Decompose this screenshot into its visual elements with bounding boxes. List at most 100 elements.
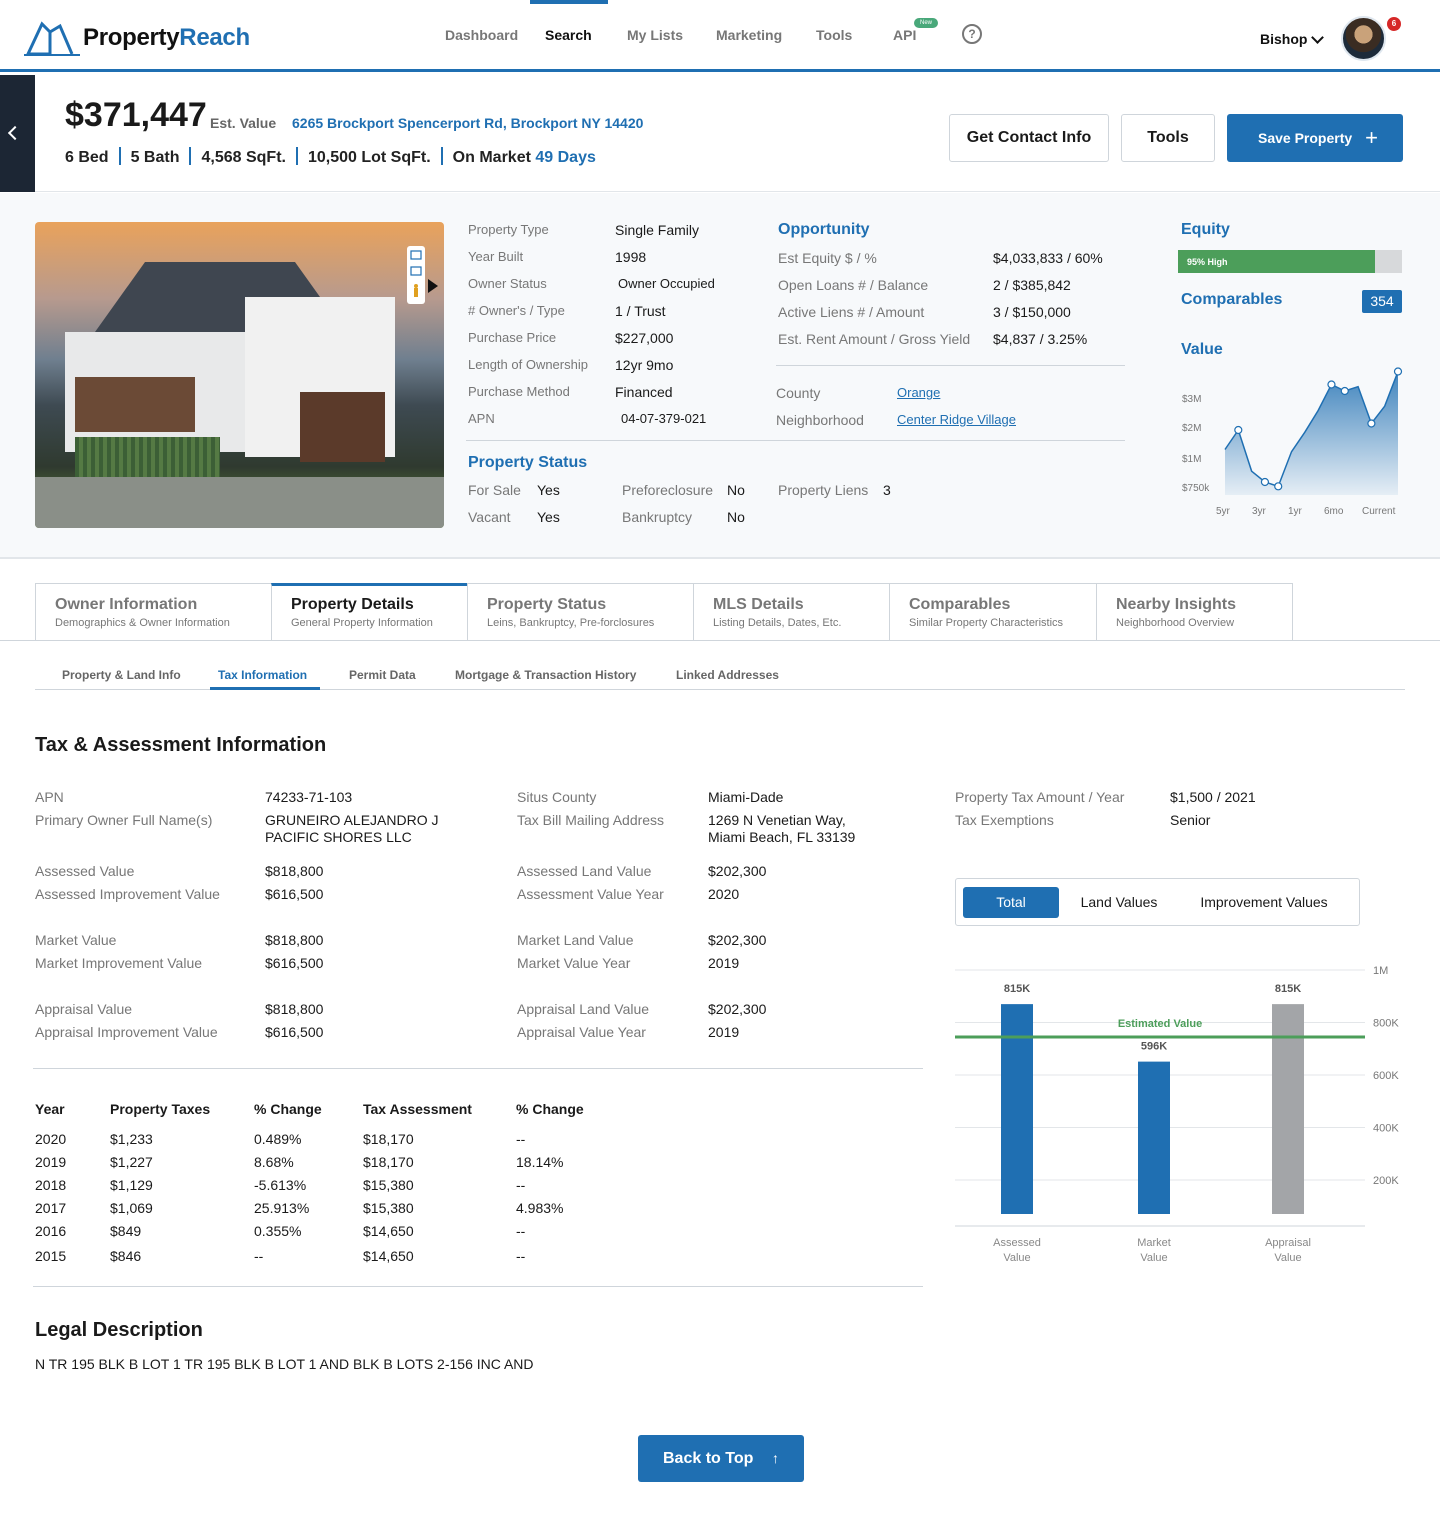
next-photo-icon[interactable] <box>428 279 438 293</box>
x-tick-label: 1yr <box>1288 506 1303 517</box>
preforeclosure-label: Preforeclosure <box>622 482 714 498</box>
toggle-improvement-values[interactable]: Improvement Values <box>1184 887 1344 918</box>
tab-nearby-insights[interactable]: Nearby Insights Neighborhood Overview <box>1096 583 1293 641</box>
table-cell: $1,069 <box>110 1200 153 1216</box>
value-area-chart: $3M $2M $1M $750k 5yr 3yr 1yr 6mo Current <box>1182 367 1403 517</box>
tools-button[interactable]: Tools <box>1121 114 1215 162</box>
bankruptcy-label: Bankruptcy <box>622 509 693 525</box>
logo[interactable]: PropertyReach <box>83 24 250 52</box>
tax-field-value: $616,500 <box>265 955 324 971</box>
property-liens-value: 3 <box>883 482 891 498</box>
property-header <box>0 75 1440 192</box>
county-label: County <box>776 385 821 401</box>
tax-field-value: GRUNEIRO ALEJANDRO J <box>265 812 439 828</box>
tab-owner-information[interactable]: Owner Information Demographics & Owner In… <box>35 583 272 641</box>
subtab-active-indicator <box>210 687 320 690</box>
property-address[interactable]: 6265 Brockport Spencerport Rd, Brockport… <box>292 115 643 131</box>
property-specs: 6 Bed 5 Bath 4,568 SqFt. 10,500 Lot SqFt. On… <box>65 147 596 167</box>
table-cell: 18.14% <box>516 1154 564 1170</box>
fact-label: Property Type <box>468 222 549 237</box>
tab-title: Property Details <box>291 596 414 613</box>
nav-marketing[interactable]: Marketing <box>716 27 782 43</box>
subtab-tax-information[interactable]: Tax Information <box>218 668 307 682</box>
table-cell: $14,650 <box>363 1223 414 1239</box>
new-badge: New <box>914 18 938 28</box>
house-grass <box>75 437 220 477</box>
tax-field-value: $202,300 <box>708 863 767 879</box>
estimated-value-label: Estimated Value <box>1118 1018 1202 1030</box>
help-icon[interactable]: ? <box>962 24 982 44</box>
subtab-permit-data[interactable]: Permit Data <box>349 668 416 682</box>
value-point <box>1260 477 1270 487</box>
nav-tools[interactable]: Tools <box>816 27 852 43</box>
opportunity-title: Opportunity <box>778 221 870 238</box>
back-button[interactable] <box>0 75 35 192</box>
nav-my-lists[interactable]: My Lists <box>627 27 683 43</box>
fact-label: Owner Status <box>468 276 547 291</box>
divider <box>466 440 1125 441</box>
notification-badge[interactable]: 6 <box>1387 17 1401 31</box>
back-to-top-button[interactable]: Back to Top ↑ <box>638 1435 804 1482</box>
opportunity-value: 2 / $385,842 <box>993 277 1071 293</box>
county-link[interactable]: Orange <box>897 385 940 400</box>
on-market-label: On Market <box>452 149 531 166</box>
divider <box>295 147 298 165</box>
table-cell: $1,227 <box>110 1154 153 1170</box>
comparables-title[interactable]: Comparables <box>1181 291 1282 309</box>
tax-field-value: 2020 <box>708 886 740 902</box>
neighborhood-link[interactable]: Center Ridge Village <box>897 412 1016 427</box>
get-contact-info-button[interactable]: Get Contact Info <box>949 114 1109 162</box>
logo-icon[interactable] <box>24 18 80 58</box>
user-menu[interactable]: Bishop <box>1260 31 1307 47</box>
value-point <box>1393 367 1403 376</box>
tab-title: MLS Details <box>713 596 804 613</box>
tab-title: Nearby Insights <box>1116 596 1237 613</box>
table-cell: $15,380 <box>363 1177 414 1193</box>
table-cell: 2016 <box>35 1223 67 1239</box>
nav-api[interactable]: API <box>893 27 916 43</box>
subtab-mortgage-transaction-history[interactable]: Mortgage & Transaction History <box>455 668 636 682</box>
tab-mls-details[interactable]: MLS Details Listing Details, Dates, Etc. <box>693 583 890 641</box>
table-cell: -- <box>516 1223 526 1239</box>
tax-field-value: $616,500 <box>265 1024 324 1040</box>
tab-comparables[interactable]: Comparables Similar Property Characterist… <box>889 583 1097 641</box>
y-tick-label: $750k <box>1182 483 1210 494</box>
toggle-land-values[interactable]: Land Values <box>1069 887 1169 918</box>
vacant-label: Vacant <box>468 509 511 525</box>
value-area <box>1225 371 1398 495</box>
subtab-linked-addresses[interactable]: Linked Addresses <box>676 668 779 682</box>
table-cell: $1,129 <box>110 1177 153 1193</box>
comparables-count-badge[interactable]: 354 <box>1362 290 1402 313</box>
table-cell: 25.913% <box>254 1200 310 1216</box>
table-cell: 0.355% <box>254 1223 302 1239</box>
nav-dashboard[interactable]: Dashboard <box>445 27 518 43</box>
tax-value-bar-chart: 1M 800K 600K 400K 200K 815K Assessed Value 596K M… <box>955 965 1399 1264</box>
tax-field-value: $202,300 <box>708 932 767 948</box>
fact-value: 1 / Trust <box>615 303 666 319</box>
tax-field-value: $616,500 <box>265 886 324 902</box>
logo-part-1: Property <box>83 24 180 51</box>
divider <box>440 147 443 165</box>
toggle-total[interactable]: Total <box>963 887 1059 918</box>
x-tick-label: Current <box>1362 506 1396 517</box>
bankruptcy-value: No <box>727 509 745 525</box>
photo-view-icons[interactable] <box>407 246 425 304</box>
value-title: Value <box>1181 341 1223 358</box>
save-property-label: Save Property <box>1258 130 1353 146</box>
table-header: Property Taxes <box>110 1101 211 1117</box>
tax-field-value: $818,800 <box>265 932 324 948</box>
bar-data-label: 815K <box>1275 983 1301 995</box>
property-photo[interactable] <box>35 222 444 528</box>
save-property-button[interactable]: Save Property + <box>1227 114 1403 162</box>
beds: 6 Bed <box>65 149 109 166</box>
tab-property-details[interactable]: Property Details General Property Informa… <box>271 583 468 641</box>
divider <box>189 147 192 165</box>
table-header: Tax Assessment <box>363 1101 472 1117</box>
avatar[interactable] <box>1341 16 1386 61</box>
subtab-property-land-info[interactable]: Property & Land Info <box>62 668 181 682</box>
fact-label: Purchase Method <box>468 384 570 399</box>
tab-property-status[interactable]: Property Status Leins, Bankruptcy, Pre-fo… <box>467 583 694 641</box>
nav-search[interactable]: Search <box>545 27 592 43</box>
table-cell: 2020 <box>35 1131 67 1147</box>
table-header: % Change <box>254 1101 322 1117</box>
